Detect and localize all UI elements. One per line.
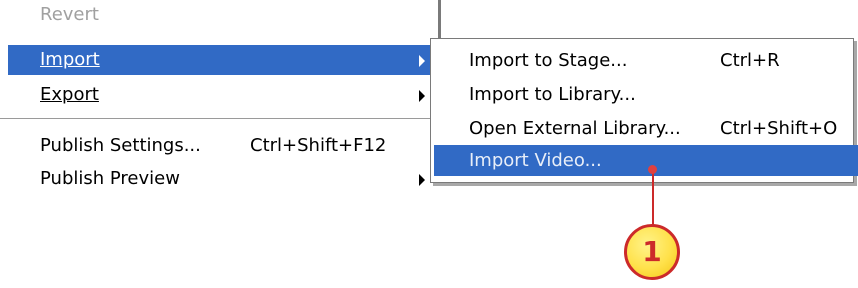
callout-pointer-dot — [648, 165, 657, 174]
menu-item-label: Publish Preview — [40, 168, 180, 189]
menu-item-import[interactable]: Import — [8, 45, 433, 75]
menu-border-line — [438, 0, 441, 40]
submenu-item-label: Import Video... — [469, 150, 602, 171]
menu-separator-highlight — [0, 119, 440, 120]
callout-badge: 1 — [624, 224, 680, 280]
submenu-arrow-icon — [419, 55, 425, 67]
menu-item-export[interactable]: Export — [8, 80, 433, 110]
submenu-item-shortcut: Ctrl+Shift+O — [720, 118, 838, 139]
import-submenu: Import to Stage... Ctrl+R Import to Libr… — [430, 38, 858, 183]
submenu-item-import-to-library[interactable]: Import to Library... — [434, 79, 858, 110]
callout-pointer-line — [652, 170, 654, 228]
menu-item-label: Publish Settings... — [40, 135, 201, 156]
submenu-item-label: Import to Library... — [469, 84, 636, 105]
submenu-item-import-to-stage[interactable]: Import to Stage... Ctrl+R — [434, 45, 858, 76]
menu-item-shortcut: Ctrl+Shift+F12 — [250, 135, 387, 156]
menu-item-label: Revert — [40, 4, 99, 25]
menu-item-publish-settings[interactable]: Publish Settings... Ctrl+Shift+F12 — [8, 131, 433, 161]
menu-item-label: Export — [40, 84, 99, 105]
submenu-item-open-external-library[interactable]: Open External Library... Ctrl+Shift+O — [434, 113, 858, 144]
submenu-item-label: Import to Stage... — [469, 50, 628, 71]
menu-item-revert[interactable]: Revert — [8, 0, 433, 30]
menu-item-publish-preview[interactable]: Publish Preview — [8, 164, 433, 194]
submenu-item-import-video[interactable]: Import Video... — [434, 145, 858, 176]
file-menu: Revert Import Export Publish Settings...… — [0, 0, 442, 210]
submenu-arrow-icon — [419, 174, 425, 186]
submenu-item-label: Open External Library... — [469, 118, 681, 139]
submenu-arrow-icon — [419, 90, 425, 102]
menu-item-label: Import — [40, 49, 100, 70]
submenu-item-shortcut: Ctrl+R — [720, 50, 780, 71]
